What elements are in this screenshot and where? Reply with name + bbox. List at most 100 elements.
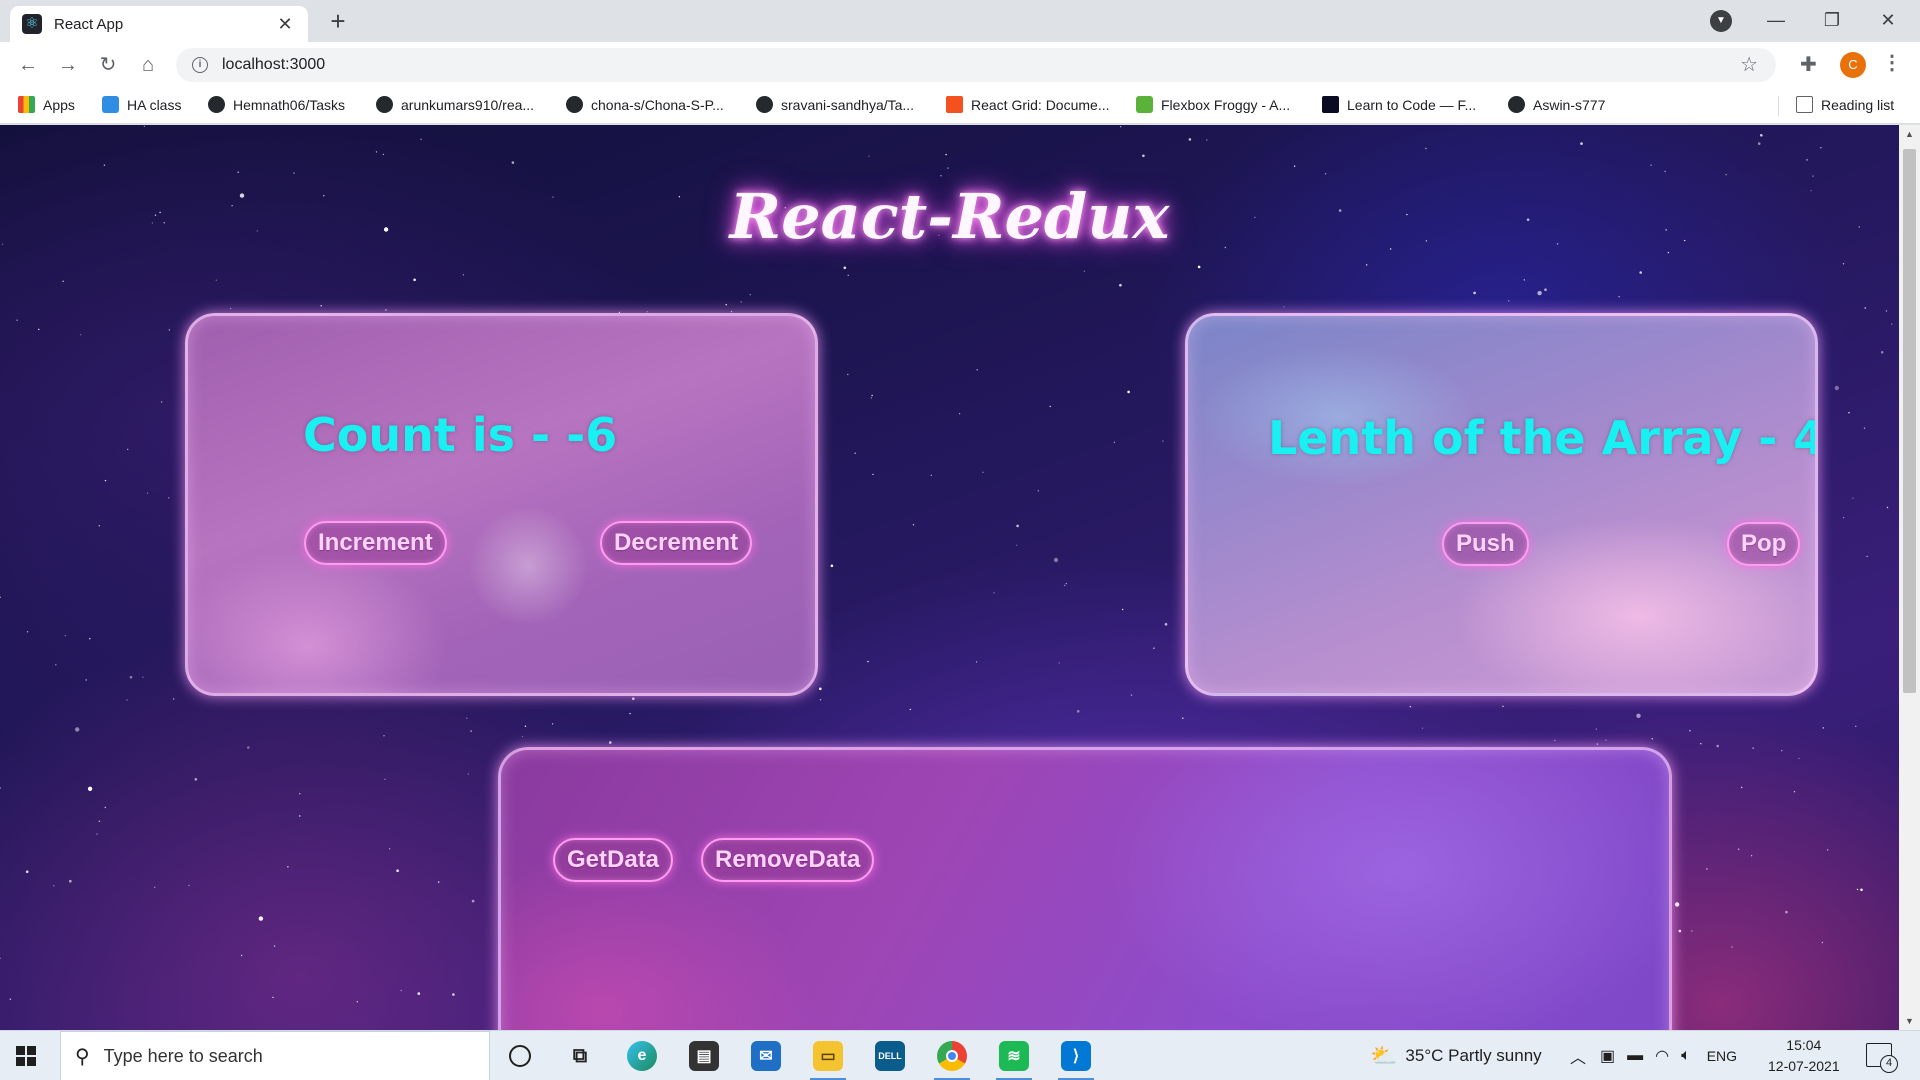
- star-dot: [383, 735, 385, 737]
- page-scrollbar[interactable]: ▲ ▼: [1899, 125, 1920, 1030]
- bookmark-freecodecamp[interactable]: Learn to Code — F...: [1322, 96, 1476, 113]
- profile-avatar[interactable]: C: [1840, 52, 1866, 78]
- bookmark-star-icon[interactable]: ☆: [1740, 52, 1758, 77]
- dell-icon[interactable]: DELL: [868, 1038, 912, 1074]
- url-text[interactable]: localhost:3000: [222, 56, 325, 74]
- star-dot: [1015, 544, 1018, 546]
- search-icon: ⚲: [75, 1045, 90, 1068]
- volume-icon[interactable]: 🔈︎: [1681, 1047, 1691, 1065]
- bookmark-label: HA class: [127, 96, 182, 113]
- close-window-button[interactable]: ✕: [1860, 0, 1916, 40]
- star-dot: [749, 294, 751, 296]
- wifi-icon[interactable]: ◠: [1655, 1046, 1669, 1066]
- star-dot: [55, 664, 57, 666]
- home-icon[interactable]: ⌂: [132, 49, 164, 81]
- battery-icon[interactable]: ▬: [1627, 1047, 1643, 1065]
- notification-count-badge: 4: [1880, 1055, 1898, 1073]
- bookmark-apps[interactable]: Apps: [18, 96, 75, 113]
- bookmark-aswin[interactable]: Aswin-s777: [1508, 96, 1605, 113]
- star-dot: [1049, 405, 1051, 408]
- maximize-button[interactable]: ❐: [1804, 0, 1860, 40]
- star-dot: [1142, 154, 1145, 158]
- decrement-button[interactable]: Decrement: [600, 521, 753, 565]
- star-dot: [830, 564, 834, 568]
- windows-start-icon[interactable]: [16, 1046, 36, 1066]
- spotify-icon[interactable]: ≋: [992, 1038, 1036, 1080]
- tray-icons: ︿ ▣ ▬ ◠ 🔈︎ ENG: [1570, 1031, 1737, 1080]
- star-dot: [1618, 296, 1620, 298]
- tab-search-icon[interactable]: ▼: [1710, 10, 1732, 32]
- edge-icon[interactable]: e: [620, 1038, 664, 1074]
- address-bar[interactable]: i localhost:3000 ☆: [176, 48, 1776, 82]
- site-info-icon[interactable]: i: [192, 57, 208, 73]
- star-dot: [1016, 524, 1019, 528]
- minimize-button[interactable]: —: [1748, 0, 1804, 40]
- freecodecamp-icon: [1322, 96, 1339, 113]
- file-explorer-icon[interactable]: ▭: [806, 1038, 850, 1080]
- extensions-puzzle-icon[interactable]: ✚: [1800, 52, 1817, 77]
- star-dot: [1651, 738, 1653, 740]
- star-dot: [1162, 440, 1164, 442]
- bookmark-hemnath-tasks[interactable]: Hemnath06/Tasks: [208, 96, 345, 113]
- star-dot: [89, 638, 91, 640]
- mail-icon[interactable]: ✉: [744, 1038, 788, 1074]
- scroll-up-icon[interactable]: ▲: [1905, 129, 1914, 139]
- bookmark-flexbox-froggy[interactable]: Flexbox Froggy - A...: [1136, 96, 1290, 113]
- push-button[interactable]: Push: [1442, 522, 1529, 566]
- store-icon[interactable]: ▤: [682, 1038, 726, 1074]
- scroll-down-icon[interactable]: ▼: [1905, 1016, 1914, 1026]
- forward-icon[interactable]: →: [52, 49, 84, 81]
- star-dot: [471, 899, 475, 903]
- meet-now-icon[interactable]: ▣: [1600, 1046, 1615, 1066]
- star-dot: [26, 631, 29, 633]
- star-dot: [1885, 310, 1888, 312]
- bookmark-react-grid[interactable]: React Grid: Docume...: [946, 96, 1110, 113]
- taskbar-search-box[interactable]: ⚲ Type here to search: [60, 1031, 490, 1080]
- browser-tab[interactable]: ⚛ React App ✕: [10, 6, 308, 42]
- show-hidden-icons-chevron-icon[interactable]: ︿: [1570, 1044, 1586, 1068]
- weather-widget[interactable]: ⛅ 35°C Partly sunny: [1370, 1031, 1542, 1080]
- task-view-icon[interactable]: ⧉: [558, 1038, 602, 1074]
- scroll-thumb[interactable]: [1903, 149, 1916, 693]
- chrome-menu-icon[interactable]: ⋮: [1882, 50, 1902, 75]
- bookmark-chona[interactable]: chona-s/Chona-S-P...: [566, 96, 724, 113]
- bookmarks-divider: [1778, 96, 1779, 116]
- pop-button[interactable]: Pop: [1727, 522, 1801, 566]
- froggy-icon: [1136, 96, 1153, 113]
- star-dot: [1820, 147, 1822, 149]
- star-dot: [1554, 739, 1556, 742]
- star-dot: [1664, 170, 1666, 173]
- get-data-button[interactable]: GetData: [553, 838, 674, 882]
- star-dot: [396, 869, 399, 872]
- star-dot: [240, 954, 243, 957]
- back-icon[interactable]: ←: [12, 49, 44, 81]
- star-dot: [551, 723, 554, 725]
- star-dot: [258, 916, 264, 921]
- increment-button[interactable]: Increment: [304, 521, 447, 565]
- star-dot: [1502, 705, 1504, 708]
- star-dot: [1781, 750, 1783, 752]
- star-dot: [452, 993, 455, 996]
- bookmark-ha-class[interactable]: HA class: [102, 96, 181, 113]
- remove-data-button[interactable]: RemoveData: [701, 838, 875, 882]
- clock-date: 12-07-2021: [1768, 1058, 1840, 1074]
- bookmark-arunkumars[interactable]: arunkumars910/rea...: [376, 96, 534, 113]
- star-dot: [382, 153, 385, 156]
- close-tab-icon[interactable]: ✕: [274, 14, 296, 35]
- new-tab-button[interactable]: +: [322, 6, 354, 38]
- bookmark-label: arunkumars910/rea...: [401, 96, 535, 113]
- taskbar-clock[interactable]: 15:04 12-07-2021: [1768, 1035, 1840, 1077]
- reload-icon[interactable]: ↻: [92, 49, 124, 81]
- star-dot: [1508, 300, 1510, 302]
- chrome-icon[interactable]: [930, 1038, 974, 1080]
- vscode-icon[interactable]: ⟩: [1054, 1038, 1098, 1080]
- bookmark-sravani[interactable]: sravani-sandhya/Ta...: [756, 96, 914, 113]
- cortana-icon[interactable]: [498, 1038, 542, 1074]
- star-dot: [609, 741, 612, 744]
- star-dot: [168, 497, 170, 499]
- language-indicator[interactable]: ENG: [1707, 1048, 1737, 1064]
- star-dot: [1523, 279, 1526, 281]
- star-dot: [188, 884, 190, 887]
- tab-title: React App: [54, 15, 124, 33]
- reading-list-button[interactable]: Reading list: [1796, 96, 1894, 113]
